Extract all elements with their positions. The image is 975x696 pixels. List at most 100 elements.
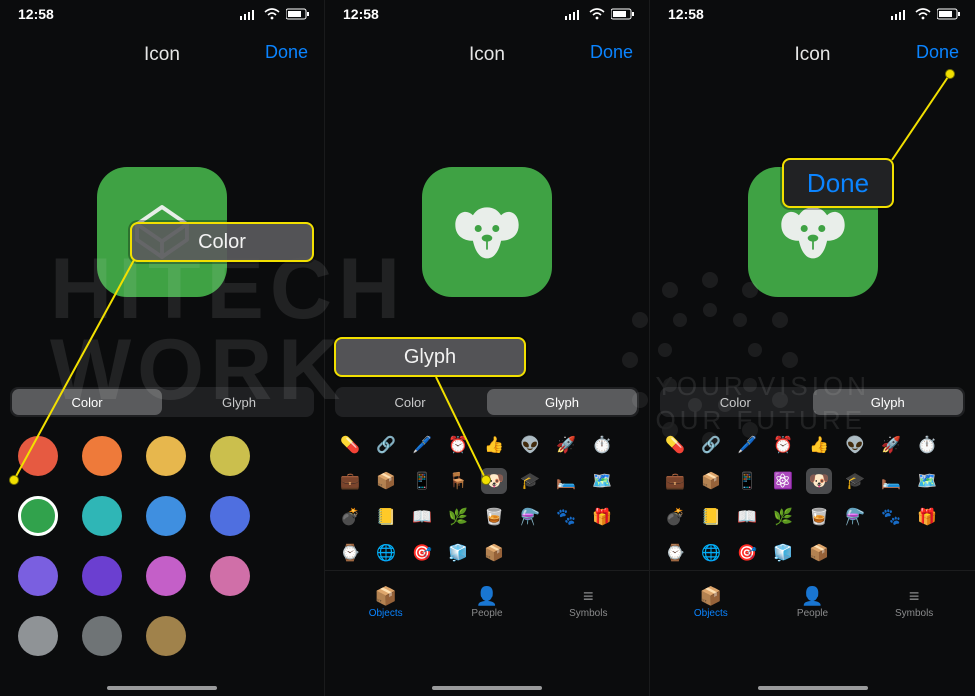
glyph-item[interactable]: 🥃 [806,504,832,530]
glyph-item[interactable]: ⏱️ [589,432,615,458]
category-symbols[interactable]: ≡Symbols [548,587,628,619]
glyph-item[interactable]: ⏰ [445,432,471,458]
glyph-item[interactable]: 🪑 [445,468,471,494]
status-time: 12:58 [343,6,379,22]
tab-glyph[interactable]: Glyph [164,387,314,417]
color-swatch[interactable] [18,616,58,656]
glyph-item[interactable]: 🖊️ [409,432,435,458]
color-swatch[interactable] [82,436,122,476]
glyph-item[interactable]: ⏱️ [914,432,940,458]
glyph-item[interactable]: 💼 [337,468,363,494]
glyph-item[interactable]: 🎯 [734,540,760,566]
category-people[interactable]: 👤People [772,587,852,619]
glyph-item[interactable]: 👽 [517,432,543,458]
glyph-item[interactable]: 📱 [734,468,760,494]
glyph-item[interactable]: 🌐 [373,540,399,566]
glyph-item[interactable]: 🥃 [481,504,507,530]
glyph-item[interactable]: 💊 [337,432,363,458]
glyph-item[interactable]: ⚛️ [770,468,796,494]
category-objects[interactable]: 📦Objects [671,587,751,619]
glyph-item[interactable]: 📦 [698,468,724,494]
glyph-item[interactable]: 👽 [842,432,868,458]
glyph-item[interactable]: 💊 [662,432,688,458]
glyph-item[interactable]: 💣 [662,504,688,530]
glyph-item[interactable]: 📒 [698,504,724,530]
category-objects[interactable]: 📦Objects [346,587,426,619]
segmented-control[interactable]: Color Glyph [650,382,975,422]
glyph-item[interactable]: 🚀 [553,432,579,458]
color-swatch[interactable] [18,556,58,596]
done-button[interactable]: Done [590,42,633,63]
glyph-item[interactable]: 🔗 [373,432,399,458]
glyph-item[interactable]: 🗺️ [589,468,615,494]
color-swatch[interactable] [210,496,250,536]
glyph-item[interactable]: 🐾 [878,504,904,530]
color-swatch[interactable] [146,616,186,656]
glyph-item[interactable]: 🐶 [806,468,832,494]
glyph-item[interactable]: 👍 [481,432,507,458]
glyph-item[interactable]: 🎁 [589,504,615,530]
glyph-item[interactable]: 🚀 [878,432,904,458]
category-people[interactable]: 👤People [447,587,527,619]
tab-glyph[interactable]: Glyph [813,389,964,415]
tab-color[interactable]: Color [660,387,811,417]
color-swatch[interactable] [82,616,122,656]
glyph-item[interactable]: 🧊 [770,540,796,566]
segmented-control[interactable]: Color Glyph [0,382,324,422]
glyph-item[interactable]: 📖 [734,504,760,530]
glyph-item[interactable]: 📦 [481,540,507,566]
glyph-item[interactable]: 📦 [373,468,399,494]
category-bar: 📦Objects 👤People ≡Symbols [650,570,975,630]
category-icon: 📦 [700,587,722,605]
glyph-item[interactable]: 🛏️ [878,468,904,494]
done-button[interactable]: Done [265,42,308,63]
glyph-item[interactable]: 💼 [662,468,688,494]
tab-glyph[interactable]: Glyph [487,389,637,415]
segmented-control[interactable]: Color Glyph [325,382,649,422]
glyph-item[interactable]: 🎓 [842,468,868,494]
color-swatch[interactable] [18,496,58,536]
glyph-item[interactable]: 📱 [409,468,435,494]
annotation-dot [9,475,19,485]
glyph-item[interactable]: 🧊 [445,540,471,566]
tab-color[interactable]: Color [12,389,162,415]
glyph-item[interactable]: 🌿 [445,504,471,530]
glyph-item[interactable]: 👍 [806,432,832,458]
done-button[interactable]: Done [916,42,959,63]
glyph-item[interactable]: 🔗 [698,432,724,458]
color-swatch[interactable] [82,556,122,596]
glyph-item[interactable]: ⚗️ [842,504,868,530]
category-symbols[interactable]: ≡Symbols [874,587,954,619]
callout-glyph: Glyph [334,337,526,377]
glyph-item[interactable]: ⌚ [337,540,363,566]
color-swatch[interactable] [18,436,58,476]
glyph-item[interactable]: 🐾 [553,504,579,530]
color-swatch[interactable] [82,496,122,536]
glyph-item[interactable]: 🛏️ [553,468,579,494]
color-swatch[interactable] [210,436,250,476]
color-swatch[interactable] [146,436,186,476]
glyph-item[interactable]: 🎓 [517,468,543,494]
annotation-dot [945,69,955,79]
phone-pane-3: 12:58 Icon Done Color Glyph 💊🔗🖊️⏰👍👽🚀⏱️💼📦… [650,0,975,696]
tab-color[interactable]: Color [335,387,485,417]
color-swatch[interactable] [146,496,186,536]
glyph-item[interactable]: 🖊️ [734,432,760,458]
glyph-item[interactable]: 📦 [806,540,832,566]
glyph-item[interactable]: 🌐 [698,540,724,566]
glyph-item[interactable]: 🗺️ [914,468,940,494]
color-swatch[interactable] [210,556,250,596]
home-indicator[interactable] [758,686,868,690]
glyph-item[interactable]: 📖 [409,504,435,530]
glyph-item[interactable]: 💣 [337,504,363,530]
glyph-item[interactable]: 🎁 [914,504,940,530]
glyph-item[interactable]: 🎯 [409,540,435,566]
color-swatch[interactable] [146,556,186,596]
glyph-item[interactable]: ⚗️ [517,504,543,530]
glyph-item[interactable]: 🌿 [770,504,796,530]
home-indicator[interactable] [107,686,217,690]
glyph-item[interactable]: 📒 [373,504,399,530]
glyph-item[interactable]: ⌚ [662,540,688,566]
glyph-item[interactable]: ⏰ [770,432,796,458]
home-indicator[interactable] [432,686,542,690]
